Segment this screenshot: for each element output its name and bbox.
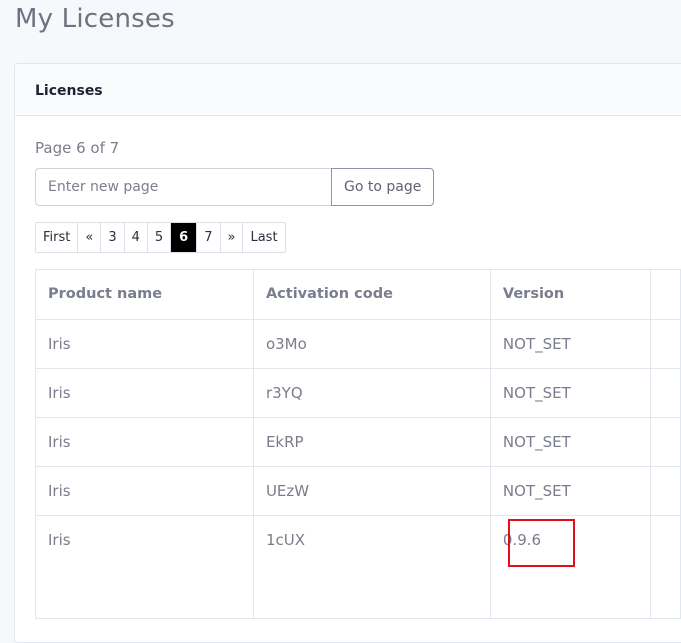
pagination-page-6-current[interactable]: 6 bbox=[171, 223, 198, 252]
header-version: Version bbox=[489, 269, 652, 320]
pagination-first[interactable]: First bbox=[36, 223, 79, 252]
table-row[interactable]: Iris UEzW NOT_SET bbox=[35, 466, 681, 516]
card-title: Licenses bbox=[35, 83, 103, 99]
pagination-page-4[interactable]: 4 bbox=[125, 223, 148, 252]
cell-version: NOT_SET bbox=[489, 319, 652, 369]
table-row[interactable]: Iris 1cUX 0.9.6 bbox=[35, 515, 681, 619]
pagination-last[interactable]: Last bbox=[243, 223, 284, 252]
cell-product-name: Iris bbox=[35, 466, 254, 516]
cell-extra bbox=[650, 417, 681, 467]
cell-activation-code: 1cUX bbox=[252, 515, 491, 619]
cell-product-name: Iris bbox=[35, 515, 254, 619]
pagination-page-3[interactable]: 3 bbox=[101, 223, 125, 252]
pagination: First « 3 4 5 6 7 » Last bbox=[35, 222, 286, 253]
cell-version: NOT_SET bbox=[489, 466, 652, 516]
card-header: Licenses bbox=[15, 64, 681, 116]
header-activation-code: Activation code bbox=[252, 269, 491, 320]
pagination-prev[interactable]: « bbox=[78, 223, 102, 252]
cell-activation-code: o3Mo bbox=[252, 319, 491, 369]
page-title: My Licenses bbox=[15, 4, 175, 34]
cell-product-name: Iris bbox=[35, 417, 254, 467]
goto-page-input[interactable] bbox=[35, 168, 331, 206]
table-header-row: Product name Activation code Version bbox=[35, 269, 681, 320]
cell-version: NOT_SET bbox=[489, 368, 652, 418]
table-row[interactable]: Iris r3YQ NOT_SET bbox=[35, 368, 681, 418]
page-info: Page 6 of 7 bbox=[35, 139, 120, 157]
cell-version: NOT_SET bbox=[489, 417, 652, 467]
cell-activation-code: EkRP bbox=[252, 417, 491, 467]
cell-product-name: Iris bbox=[35, 319, 254, 369]
cell-version: 0.9.6 bbox=[489, 515, 652, 619]
table-row[interactable]: Iris o3Mo NOT_SET bbox=[35, 319, 681, 369]
goto-page-group: Go to page bbox=[35, 168, 435, 206]
pagination-page-5[interactable]: 5 bbox=[148, 223, 172, 252]
header-extra bbox=[650, 269, 681, 320]
pagination-page-7[interactable]: 7 bbox=[197, 223, 221, 252]
goto-page-button[interactable]: Go to page bbox=[331, 168, 435, 206]
cell-activation-code: r3YQ bbox=[252, 368, 491, 418]
cell-extra bbox=[650, 368, 681, 418]
pagination-next[interactable]: » bbox=[221, 223, 244, 252]
cell-activation-code: UEzW bbox=[252, 466, 491, 516]
licenses-table: Product name Activation code Version Iri… bbox=[35, 269, 681, 619]
cell-extra bbox=[650, 466, 681, 516]
cell-product-name: Iris bbox=[35, 368, 254, 418]
cell-extra bbox=[650, 319, 681, 369]
table-row[interactable]: Iris EkRP NOT_SET bbox=[35, 417, 681, 467]
cell-extra bbox=[650, 515, 681, 619]
header-product-name: Product name bbox=[35, 269, 254, 320]
